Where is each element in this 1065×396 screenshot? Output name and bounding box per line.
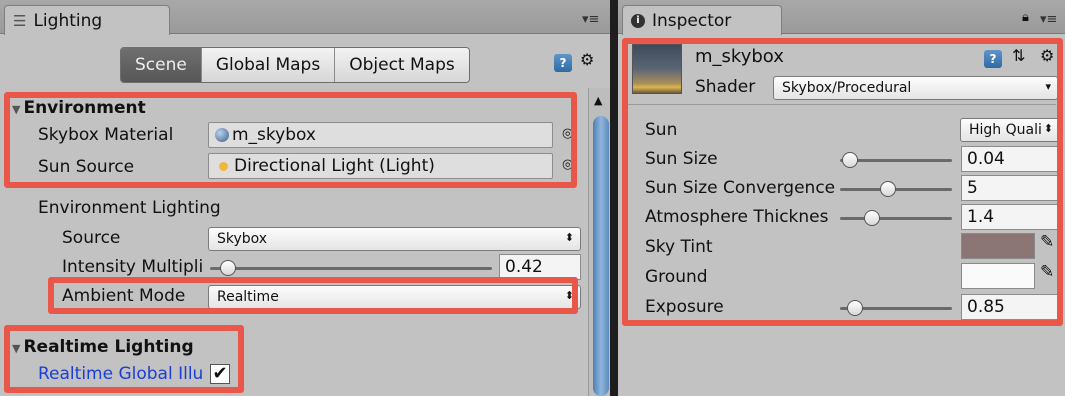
sun-size-value: 0.04: [967, 149, 1005, 169]
tab-object-maps[interactable]: Object Maps: [335, 48, 469, 82]
source-dropdown[interactable]: Skybox ⬍: [208, 227, 581, 251]
lighting-tab-label: Lighting: [33, 10, 103, 31]
object-picker-icon[interactable]: ◎: [562, 126, 573, 141]
object-picker-icon[interactable]: ◎: [562, 157, 573, 172]
realtime-gi-label: Realtime Global Illu: [38, 364, 204, 384]
sun-size-slider-knob[interactable]: [842, 152, 858, 168]
sun-convergence-input[interactable]: 5: [961, 175, 1061, 201]
scroll-up-icon[interactable]: ▲: [594, 94, 602, 107]
intensity-value: 0.42: [505, 257, 543, 277]
atmosphere-slider-track[interactable]: [840, 217, 952, 220]
light-icon: [219, 161, 228, 171]
scroll-thumb[interactable]: [593, 116, 609, 396]
sun-convergence-slider-knob[interactable]: [880, 181, 896, 197]
eyedropper-icon[interactable]: ✎: [1040, 262, 1054, 282]
ambient-mode-dropdown[interactable]: Realtime ⬍: [208, 285, 581, 309]
sky-tint-color-swatch[interactable]: [961, 233, 1035, 259]
exposure-slider-knob[interactable]: [847, 300, 863, 316]
skybox-material-field[interactable]: m_skybox: [208, 122, 553, 148]
sun-convergence-slider-track[interactable]: [840, 188, 952, 191]
sun-dropdown[interactable]: High Quali ⬍: [960, 118, 1060, 142]
environment-lighting-label: Environment Lighting: [38, 198, 221, 218]
inspector-tab[interactable]: i Inspector: [622, 5, 782, 35]
ambient-mode-label: Ambient Mode: [62, 286, 186, 306]
tab-global-maps[interactable]: Global Maps: [201, 48, 336, 82]
lighting-scrollbar[interactable]: ▲: [588, 88, 610, 396]
environment-foldout[interactable]: ▼ Environment: [12, 98, 146, 118]
tab-menu-icon[interactable]: ▾≡: [1040, 12, 1057, 27]
inspector-panel: i Inspector 🔒︎ ▾≡ m_skybox ? ⇅ ⚙ Shader …: [618, 0, 1065, 396]
lighting-tab[interactable]: ☰ Lighting: [4, 5, 170, 35]
atmosphere-label: Atmosphere Thicknes: [645, 207, 829, 227]
sun-size-input[interactable]: 0.04: [961, 146, 1061, 172]
material-sphere-icon: [215, 128, 229, 142]
sun-source-label: Sun Source: [38, 157, 135, 177]
preset-icon[interactable]: ⇅: [1012, 46, 1025, 65]
sun-convergence-value: 5: [967, 178, 978, 198]
gear-icon[interactable]: ⚙: [580, 50, 594, 69]
foldout-triangle-icon: ▼: [12, 342, 21, 355]
ground-label: Ground: [645, 267, 708, 287]
eyedropper-icon[interactable]: ✎: [1040, 232, 1054, 252]
exposure-label: Exposure: [645, 297, 724, 317]
exposure-value: 0.85: [967, 297, 1005, 317]
shader-value: Skybox/Procedural: [782, 80, 912, 96]
lighting-mode-tabs: Scene Global Maps Object Maps: [120, 47, 470, 83]
tab-scene[interactable]: Scene: [121, 48, 202, 82]
sun-convergence-label: Sun Size Convergence: [645, 178, 836, 198]
sun-source-field[interactable]: Directional Light (Light): [208, 153, 553, 179]
dropdown-arrow-icon: ⬍: [1043, 122, 1053, 135]
skybox-material-value: m_skybox: [232, 125, 316, 145]
intensity-slider-knob[interactable]: [220, 260, 236, 276]
sky-tint-label: Sky Tint: [645, 237, 713, 257]
atmosphere-slider-knob[interactable]: [864, 210, 880, 226]
help-icon[interactable]: ?: [984, 50, 1002, 68]
source-value: Skybox: [217, 231, 268, 247]
ambient-mode-value: Realtime: [217, 289, 279, 305]
info-icon: i: [631, 13, 645, 28]
intensity-input[interactable]: 0.42: [499, 254, 581, 280]
dropdown-arrow-icon: ▾: [1045, 80, 1051, 93]
exposure-input[interactable]: 0.85: [961, 294, 1061, 320]
skybox-material-label: Skybox Material: [38, 125, 174, 145]
sun-source-value: Directional Light (Light): [234, 156, 435, 176]
lighting-panel: ☰ Lighting ▾≡ Scene Global Maps Object M…: [0, 0, 610, 396]
ground-color-swatch[interactable]: [961, 263, 1035, 289]
atmosphere-input[interactable]: 1.4: [961, 204, 1061, 230]
dropdown-arrow-icon: ⬍: [564, 231, 574, 244]
help-icon[interactable]: ?: [554, 54, 572, 72]
dropdown-arrow-icon: ⬍: [564, 289, 574, 302]
intensity-label: Intensity Multipli: [62, 257, 204, 277]
shader-label: Shader: [695, 77, 756, 97]
lock-icon[interactable]: 🔒︎: [1022, 10, 1029, 25]
lighting-icon: ☰: [13, 11, 27, 30]
sun-value: High Quali: [969, 122, 1042, 138]
realtime-lighting-foldout[interactable]: ▼ Realtime Lighting: [12, 337, 194, 357]
realtime-lighting-header: Realtime Lighting: [23, 337, 194, 357]
sun-size-label: Sun Size: [645, 149, 718, 169]
realtime-gi-checkbox[interactable]: ✔: [210, 364, 230, 384]
environment-header: Environment: [23, 98, 146, 118]
lighting-tab-bar: ☰ Lighting ▾≡: [0, 0, 610, 35]
inspector-tab-label: Inspector: [652, 10, 732, 31]
shader-dropdown[interactable]: Skybox/Procedural ▾: [773, 76, 1058, 100]
gear-icon[interactable]: ⚙: [1040, 46, 1054, 65]
tab-menu-icon[interactable]: ▾≡: [582, 12, 599, 27]
sun-label: Sun: [645, 120, 678, 140]
source-label: Source: [62, 228, 121, 248]
material-preview-thumbnail: [632, 44, 682, 94]
inspector-tab-bar: i Inspector 🔒︎ ▾≡: [618, 0, 1065, 35]
material-name: m_skybox: [695, 46, 784, 67]
intensity-slider-track[interactable]: [210, 267, 492, 270]
divider: [626, 104, 1056, 105]
atmosphere-value: 1.4: [967, 207, 995, 227]
foldout-triangle-icon: ▼: [12, 103, 21, 116]
